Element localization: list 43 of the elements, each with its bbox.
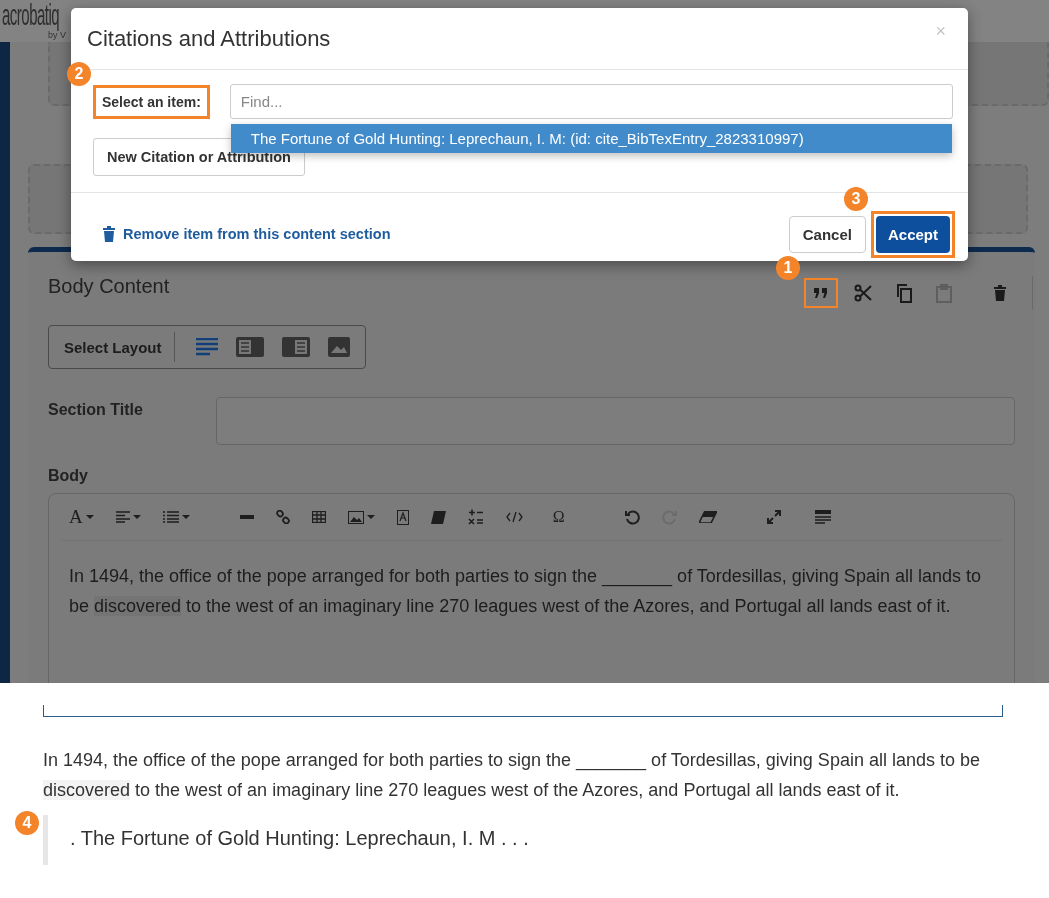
callout-number: 4: [15, 811, 39, 835]
textbox-button[interactable]: [396, 509, 409, 525]
image-button[interactable]: [347, 510, 375, 524]
logo: acrobatiq: [2, 0, 60, 30]
scissors-icon: [854, 284, 872, 302]
trash-icon: [994, 285, 1006, 301]
rule-button[interactable]: [239, 515, 254, 519]
symbol-button[interactable]: Ω: [552, 508, 565, 526]
trash-icon: [103, 226, 115, 242]
dropdown-option[interactable]: The Fortune of Gold Hunting: Leprechaun, I. M: (id: cite_BibTexEntry_2823310997): [230, 124, 952, 153]
dialog-title: Citations and Attributions: [87, 25, 331, 52]
citation-text: . The Fortune of Gold Hunting: Leprechaun, I. M . . .: [70, 827, 529, 849]
quote-button[interactable]: [804, 278, 838, 308]
copy-icon: [896, 283, 912, 303]
math-button[interactable]: [467, 509, 484, 525]
link-button[interactable]: [275, 510, 290, 524]
callout-number: 2: [67, 62, 91, 86]
undo-button[interactable]: [624, 509, 640, 525]
find-field[interactable]: Find...: [229, 84, 953, 119]
body-text: In 1494, the office of the pope arranged for both parties to sign the _______ of Tordesillas, giving Spain all lands to be discovered to the west of an imaginary line 270 leagues west of the Azores, and Portugal all lands east of it.: [69, 565, 982, 618]
code-button[interactable]: [505, 511, 523, 523]
clipboard-icon: [936, 283, 952, 303]
accept-button[interactable]: Accept: [875, 215, 950, 253]
expand-button[interactable]: [766, 510, 781, 524]
font-button[interactable]: A: [69, 506, 94, 528]
lorem-button[interactable]: [814, 510, 831, 524]
align-button[interactable]: [115, 511, 141, 523]
table-button[interactable]: [311, 511, 326, 523]
remove-item-link[interactable]: Remove item from this content section: [123, 226, 391, 242]
quote-icon: [814, 288, 828, 298]
callout-number: 3: [843, 186, 868, 211]
callout-number: 1: [776, 256, 800, 280]
section-title-label: Section Title: [48, 400, 144, 419]
preview-text: In 1494, the office of the pope arranged for both parties to sign the _______ of Tordesillas, giving Spain all lands to be discovered to the west of an imaginary line 270 leagues west of the Azores, and Portugal all lands east of it.: [43, 749, 981, 802]
layout-label: Select Layout: [64, 338, 162, 356]
list-button[interactable]: [162, 511, 190, 523]
body-label: Body: [48, 467, 89, 485]
cancel-button[interactable]: Cancel: [788, 215, 866, 253]
select-item-label: Select an item:: [93, 85, 210, 119]
eraser-button[interactable]: [698, 511, 717, 523]
panel-title: Body Content: [48, 275, 170, 298]
book-button[interactable]: [430, 510, 446, 524]
logo-byline: by V: [48, 30, 66, 41]
